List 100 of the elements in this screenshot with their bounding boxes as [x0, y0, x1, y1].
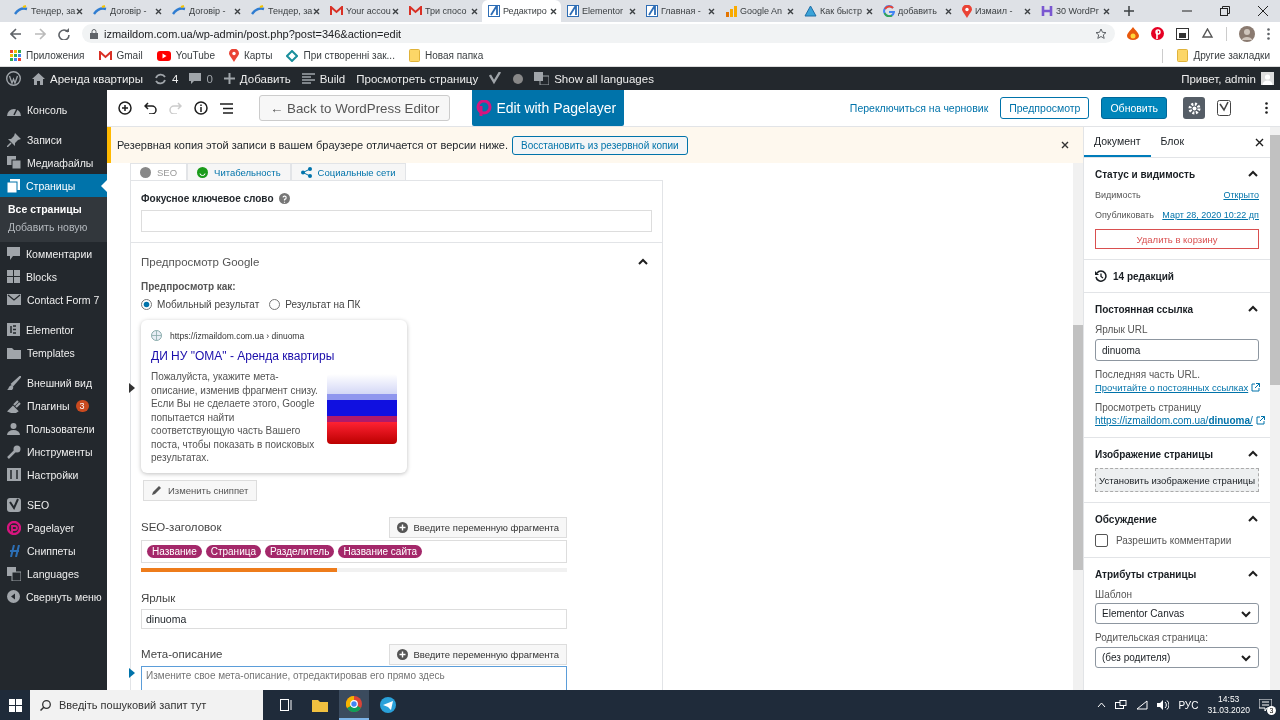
reload-icon[interactable] [58, 27, 70, 40]
meta-description-field[interactable]: Измените свое мета-описание, отредактировав его прямо здесь [141, 665, 567, 690]
y-logo-icon[interactable] [1217, 100, 1231, 116]
address-bar[interactable]: izmaildom.com.ua/wp-admin/post.php?post=346&action=edit [82, 24, 1115, 43]
result-title[interactable]: ДИ НУ "ОМА" - Аренда квартиры [151, 349, 397, 363]
build-link[interactable]: Build [301, 72, 346, 85]
clock[interactable]: 14:53 31.03.2020 [1207, 694, 1250, 716]
close-icon[interactable] [1061, 141, 1069, 149]
preview-button[interactable]: Предпросмотр [1000, 97, 1090, 119]
sidebar-tab[interactable]: Документ [1084, 127, 1151, 157]
sidebar-item[interactable]: Страницы [0, 174, 107, 197]
volume-icon[interactable] [1157, 700, 1170, 710]
close-icon[interactable] [629, 7, 636, 15]
close-icon[interactable] [471, 7, 478, 15]
sidebar-item[interactable]: Плагины 3 [0, 394, 107, 417]
bookmark[interactable]: Новая папка [408, 49, 484, 62]
updates-link[interactable]: 4 [154, 72, 179, 85]
pinterest-icon[interactable] [1151, 27, 1164, 40]
sidebar-item[interactable]: Внешний вид [0, 371, 107, 394]
revisions-link[interactable]: 14 редакций [1113, 270, 1174, 282]
close-icon[interactable] [1255, 137, 1264, 147]
bookmark[interactable]: Gmail [98, 50, 143, 61]
new-link[interactable]: Добавить [223, 72, 291, 85]
browser-tab[interactable]: Google An [719, 0, 798, 22]
help-icon[interactable] [278, 193, 290, 204]
radio-option[interactable]: Результат на ПК [269, 299, 361, 310]
site-link[interactable]: Аренда квартиры [32, 72, 144, 85]
close-icon[interactable] [155, 7, 162, 15]
draft-link[interactable]: Переключиться на черновик [849, 102, 989, 114]
close-icon[interactable] [76, 7, 83, 15]
network-icon[interactable] [1115, 700, 1128, 710]
browser-tab[interactable]: 30 WordPr [1035, 0, 1114, 22]
permalinks-link[interactable]: Прочитайте о постоянных ссылках [1095, 381, 1249, 394]
sidebar-item[interactable]: Blocks [0, 265, 107, 288]
sidebar-item[interactable]: Languages [0, 562, 107, 585]
browser-tab[interactable]: Тендер, за [245, 0, 324, 22]
chevron-up-icon[interactable] [1097, 702, 1107, 708]
sidebar-item[interactable]: Templates [0, 341, 107, 364]
bookmark[interactable]: Приложения [10, 50, 85, 61]
sidebar-item[interactable]: Записи [0, 128, 107, 151]
browser-tab[interactable]: Тендер, за [8, 0, 87, 22]
menu-dots-icon[interactable] [1267, 27, 1270, 40]
folder-icon[interactable] [312, 698, 328, 712]
back-icon[interactable] [10, 27, 22, 40]
sidebar-item[interactable]: Инструменты [0, 440, 107, 463]
account-link[interactable]: Привет, admin [1181, 72, 1274, 85]
browser-tab[interactable]: Как быстр [798, 0, 877, 22]
sidebar-item[interactable]: SEO [0, 493, 107, 516]
sidebar-item[interactable]: Contact Form 7 [0, 288, 107, 311]
publish-date-link[interactable]: Март 28, 2020 10:22 дп [1162, 210, 1259, 220]
seo-tab[interactable]: Социальные сети [290, 163, 406, 180]
scrollbar[interactable] [1073, 163, 1083, 690]
pagelayer-button[interactable]: Edit with Pagelayer [472, 90, 625, 126]
trash-button[interactable]: Удалить в корзину [1095, 229, 1259, 249]
settings-button[interactable] [1183, 97, 1205, 119]
parent-select[interactable]: (без родителя) [1095, 647, 1259, 668]
update-button[interactable]: Обновить [1101, 97, 1167, 119]
bookmark[interactable]: Карты [228, 49, 273, 62]
scrollbar[interactable] [1270, 127, 1280, 690]
external-link-icon[interactable] [1251, 383, 1261, 392]
bookmark[interactable]: При створенні зак... [286, 49, 395, 62]
title-field[interactable]: Название Страница Разделитель Название сайта [141, 539, 567, 563]
slug-field[interactable]: dinuoma [141, 608, 567, 629]
close-icon[interactable] [708, 7, 715, 15]
languages-link[interactable]: Show all languages [534, 72, 654, 85]
close-icon[interactable] [945, 7, 952, 15]
sidebar-item[interactable]: Медиафайлы [0, 151, 107, 174]
star-icon[interactable] [1095, 27, 1107, 40]
keyword-field[interactable] [141, 210, 652, 232]
close-icon[interactable] [1103, 7, 1110, 15]
close-icon[interactable] [787, 7, 794, 15]
close-icon[interactable] [1024, 7, 1031, 15]
radio-option[interactable]: Мобильный результат [141, 299, 260, 310]
paper-plane-icon[interactable] [380, 697, 396, 713]
sidebar-item[interactable]: Сниппеты [0, 539, 107, 562]
visibility-link[interactable]: Открыто [1223, 190, 1259, 200]
insert-variable-button[interactable]: Введите переменную фрагмента [389, 516, 567, 538]
browser-tab[interactable]: добавить [877, 0, 956, 22]
insert-variable-button[interactable]: Введите переменную фрагмента [389, 643, 567, 665]
browser-tab[interactable]: Главная - [640, 0, 719, 22]
close-icon[interactable] [392, 7, 399, 15]
browser-tab[interactable]: Три спосо [403, 0, 482, 22]
checkbox[interactable] [1095, 534, 1108, 547]
info-icon[interactable] [194, 101, 208, 115]
sidebar-item[interactable]: Консоль [0, 98, 107, 121]
sidebar-item[interactable]: Свернуть меню [0, 585, 107, 608]
close-icon[interactable] [234, 7, 241, 15]
sidebar-item[interactable]: Настройки [0, 463, 107, 486]
add-block-icon[interactable] [118, 101, 132, 115]
search-field[interactable]: Введіть пошуковий запит тут [30, 690, 263, 720]
browser-tab[interactable]: Договір - [87, 0, 166, 22]
close-icon[interactable] [313, 7, 320, 15]
outline-icon[interactable] [220, 102, 233, 114]
page-link[interactable]: https://izmaildom.com.ua/dinuoma/ [1095, 414, 1253, 427]
bookmark[interactable]: YouTube [156, 50, 215, 61]
restore-button[interactable]: Восстановить из резервной копии [512, 135, 688, 155]
sidebar-item[interactable]: Elementor [0, 318, 107, 341]
back-button[interactable]: ← Back to WordPress Editor [259, 95, 451, 121]
external-link-icon[interactable] [1255, 416, 1265, 425]
new-tab-icon[interactable] [1124, 6, 1134, 16]
